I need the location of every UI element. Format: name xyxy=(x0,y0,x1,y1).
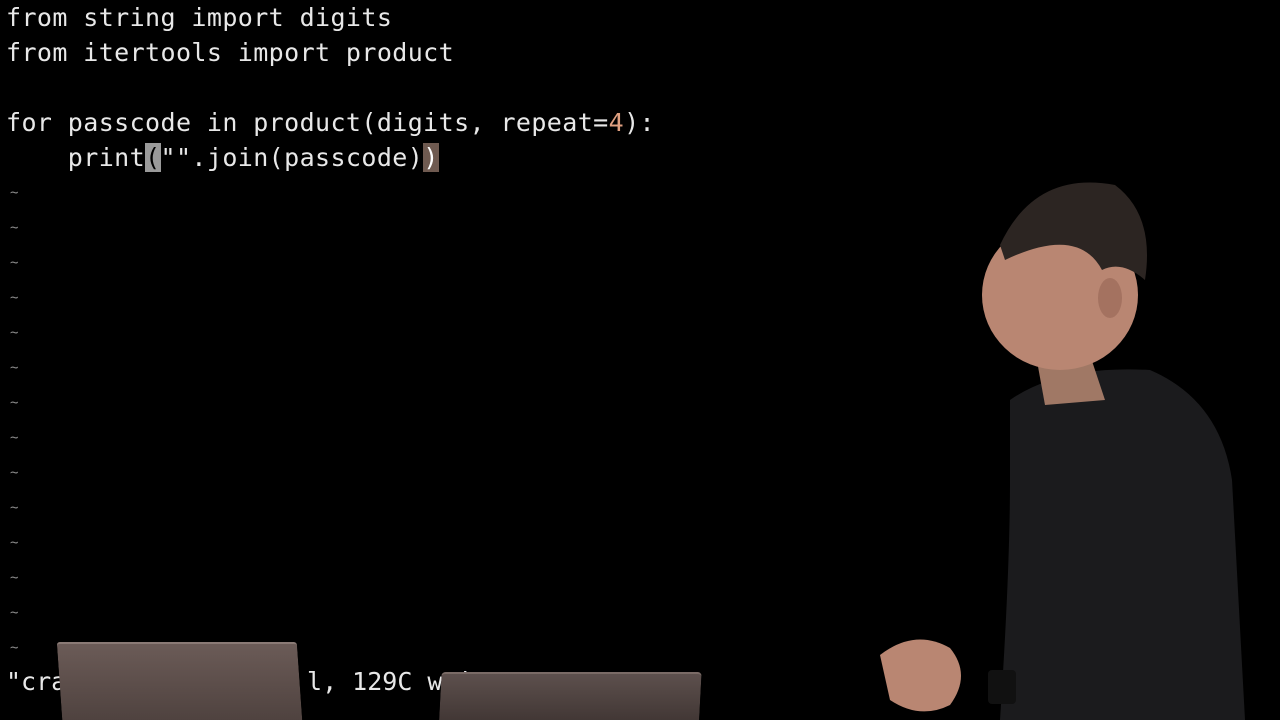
code-line-1: from string import digits xyxy=(6,3,393,32)
empty-line-tilde: ~ xyxy=(10,640,19,656)
empty-line-tilde: ~ xyxy=(10,255,19,271)
empty-line-tilde: ~ xyxy=(10,605,19,621)
empty-line-tilde: ~ xyxy=(10,535,19,551)
laptop-silhouette-right xyxy=(438,672,702,720)
number-literal: 4 xyxy=(608,108,625,137)
code-line-4: for passcode in product(digits, repeat=4… xyxy=(6,105,655,140)
empty-line-tilde: ~ xyxy=(10,325,19,341)
laptop-silhouette-left xyxy=(56,642,304,720)
empty-line-tilde: ~ xyxy=(10,465,19,481)
screen: from string import digits from itertools… xyxy=(0,0,1280,720)
empty-line-tilde: ~ xyxy=(10,570,19,586)
vim-editor[interactable]: from string import digits from itertools… xyxy=(6,0,906,655)
empty-line-tilde: ~ xyxy=(10,360,19,376)
code-text: for passcode in product(digits, repeat= xyxy=(6,108,609,137)
empty-line-tilde: ~ xyxy=(10,220,19,236)
code-text: ): xyxy=(624,108,655,137)
code-line-5: print("".join(passcode)) xyxy=(6,140,439,175)
empty-line-tilde: ~ xyxy=(10,185,19,201)
text-cursor: ( xyxy=(145,143,161,172)
code-text: "".join(passcode) xyxy=(160,143,424,172)
empty-line-tilde: ~ xyxy=(10,395,19,411)
code-line-2: from itertools import product xyxy=(6,38,455,67)
matching-paren-highlight: ) xyxy=(423,143,439,172)
empty-line-tilde: ~ xyxy=(10,290,19,306)
empty-line-tilde: ~ xyxy=(10,430,19,446)
empty-line-tilde: ~ xyxy=(10,500,19,516)
presenter-figure xyxy=(880,182,1245,720)
code-text: print xyxy=(6,143,146,172)
